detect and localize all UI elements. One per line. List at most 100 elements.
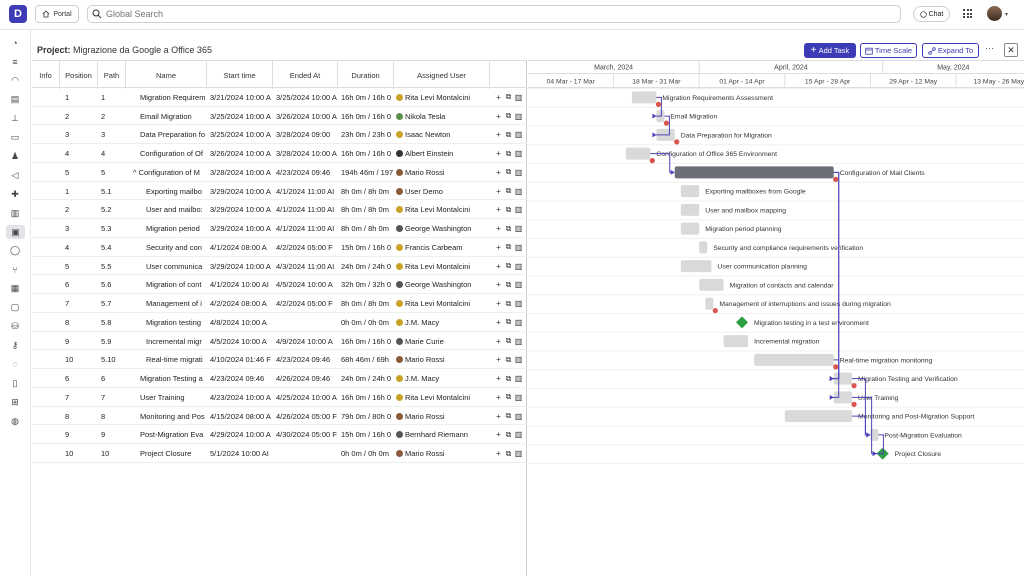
network-icon[interactable]: ⛁ [10,321,20,332]
clipboard-icon[interactable]: ▭ [10,132,20,143]
sitemap-icon[interactable]: ⊞ [10,397,20,407]
megaphone-icon[interactable]: ◁ [10,170,20,180]
task-bar-label[interactable]: Project Closure [895,451,942,458]
dashboard-icon[interactable]: ◔ [10,38,20,48]
more-options-icon[interactable]: ··· [985,43,994,53]
task-bar-label[interactable]: Migration of contacts and calendar [730,282,835,289]
task-bar-label[interactable]: User and mailbox mapping [705,207,786,214]
add-subtask-icon[interactable]: + [494,93,503,102]
add-subtask-icon[interactable]: + [494,112,503,121]
add-subtask-icon[interactable]: + [494,393,503,402]
duplicate-icon[interactable]: ⧉ [504,392,513,402]
chat-bubble-icon[interactable]: ◌ [10,359,20,369]
duplicate-icon[interactable]: ⧉ [504,111,513,121]
key-icon[interactable]: ⚷ [10,340,20,350]
task-bar[interactable] [680,203,700,216]
column-header-ended-at[interactable]: Ended At [273,61,338,89]
table-row[interactable]: 4 5.4 Security and con 4/1/2024 08:00 A 4/2/… [32,238,527,257]
delete-icon[interactable]: ▥ [514,93,523,102]
check-circle-icon[interactable]: ◯ [10,245,20,256]
search-input[interactable] [106,9,806,19]
table-row[interactable]: 7 5.7 Management of i 4/2/2024 08:00 A 4/2/2… [32,294,527,313]
column-header-name[interactable]: Name [126,61,207,89]
task-bar[interactable] [680,260,712,273]
column-header-position[interactable]: Position [60,61,98,89]
column-header-info[interactable]: Info [32,61,60,89]
task-bar-label[interactable]: Data Preparation for Migration [681,132,772,139]
chevron-down-icon[interactable]: ▾ [1005,11,1008,18]
wifi-icon[interactable]: ◠ [10,75,20,86]
add-subtask-icon[interactable]: + [494,374,503,383]
document-icon[interactable]: ▯ [10,378,20,388]
layout-icon[interactable]: ▦ [10,283,20,294]
task-bar-label[interactable]: Migration testing in a test environment [754,320,869,327]
table-row[interactable]: 10 10 Project Closure 5/1/2024 10:00 AI 0h 0… [32,444,527,463]
add-subtask-icon[interactable]: + [494,355,503,364]
task-bar[interactable] [680,222,700,235]
duplicate-icon[interactable]: ⧉ [504,242,513,252]
expand-to-button[interactable]: Expand To [922,43,979,58]
task-bar-label[interactable]: Configuration of Office 365 Environment [656,151,777,158]
duplicate-icon[interactable]: ⧉ [504,336,513,346]
delete-icon[interactable]: ▥ [514,318,523,327]
app-logo[interactable]: D [9,5,27,23]
table-row[interactable]: 6 6 Migration Testing a 4/23/2024 09:46 4/26… [32,369,527,388]
table-row[interactable]: 7 7 User Training 4/23/2024 10:00 A 4/25/202… [32,388,527,407]
column-header-assigned-user[interactable]: Assigned User [394,61,490,89]
task-bar-label[interactable]: Migration Testing and Verification [858,376,958,383]
duplicate-icon[interactable]: ⧉ [504,449,513,459]
task-bar-label[interactable]: Email Migration [670,114,717,121]
delete-icon[interactable]: ▥ [514,374,523,383]
close-button[interactable]: ✕ [1004,43,1018,57]
task-bar-label[interactable]: Migration period planning [705,226,782,233]
task-bar[interactable] [625,147,651,160]
branch-icon[interactable]: ⑂ [10,265,20,275]
task-bar-label[interactable]: Real-time migration monitoring [840,357,933,364]
delete-icon[interactable]: ▥ [514,299,523,308]
add-subtask-icon[interactable]: + [494,243,503,252]
table-row[interactable]: 1 1 Migration Requirem 3/21/2024 10:00 A 3/2… [32,88,527,107]
delete-icon[interactable]: ▥ [514,412,523,421]
task-bar[interactable] [674,166,834,179]
duplicate-icon[interactable]: ⧉ [504,374,513,384]
add-subtask-icon[interactable]: + [494,449,503,458]
table-row[interactable]: 1 5.1 Exporting mailbo 3/29/2024 10:00 A 4/1… [32,182,527,201]
task-bar[interactable] [680,185,700,198]
table-row[interactable]: 9 5.9 Incremental migr 4/5/2024 10:00 A 4/9/… [32,332,527,351]
duplicate-icon[interactable]: ⧉ [504,186,513,196]
duplicate-icon[interactable]: ⧉ [504,355,513,365]
table-row[interactable]: 10 5.10 Real-time migrati 4/10/2024 01:46 F… [32,351,527,370]
duplicate-icon[interactable]: ⧉ [504,130,513,140]
delete-icon[interactable]: ▥ [514,449,523,458]
duplicate-icon[interactable]: ⧉ [504,261,513,271]
delete-icon[interactable]: ▥ [514,280,523,289]
task-bar-label[interactable]: Security and compliance requirements ver… [713,245,863,252]
image-icon[interactable]: ▢ [10,302,20,313]
add-subtask-icon[interactable]: + [494,280,503,289]
add-subtask-icon[interactable]: + [494,224,503,233]
task-bar-label[interactable]: Monitoring and Post-Migration Support [858,414,974,421]
user-avatar[interactable] [987,6,1002,21]
table-row[interactable]: 9 9 Post-Migration Eva 4/29/2024 10:00 A 4/3… [32,426,527,445]
duplicate-icon[interactable]: ⧉ [504,317,513,327]
list-icon[interactable]: ≡ [10,57,20,67]
task-bar-label[interactable]: Management of interruptions and issues d… [719,301,891,308]
add-subtask-icon[interactable]: + [494,130,503,139]
add-subtask-icon[interactable]: + [494,149,503,158]
add-subtask-icon[interactable]: + [494,337,503,346]
delete-icon[interactable]: ▥ [514,262,523,271]
global-search[interactable] [87,5,901,23]
database-icon[interactable]: ▤ [10,94,20,105]
delete-icon[interactable]: ▥ [514,337,523,346]
add-subtask-icon[interactable]: + [494,318,503,327]
task-bar[interactable] [723,335,749,348]
table-row[interactable]: 3 3 Data Preparation fo 3/25/2024 10:00 A 3/… [32,126,527,145]
globe-icon[interactable]: ◍ [10,416,20,426]
add-subtask-icon[interactable]: + [494,262,503,271]
task-bar-label[interactable]: Migration Requirements Assessment [662,95,773,102]
add-subtask-icon[interactable]: + [494,299,503,308]
apps-grid-icon[interactable] [963,9,972,18]
delete-icon[interactable]: ▥ [514,355,523,364]
add-subtask-icon[interactable]: + [494,205,503,214]
table-row[interactable]: 2 5.2 User and mailbo: 3/29/2024 10:00 A 4/1… [32,201,527,220]
